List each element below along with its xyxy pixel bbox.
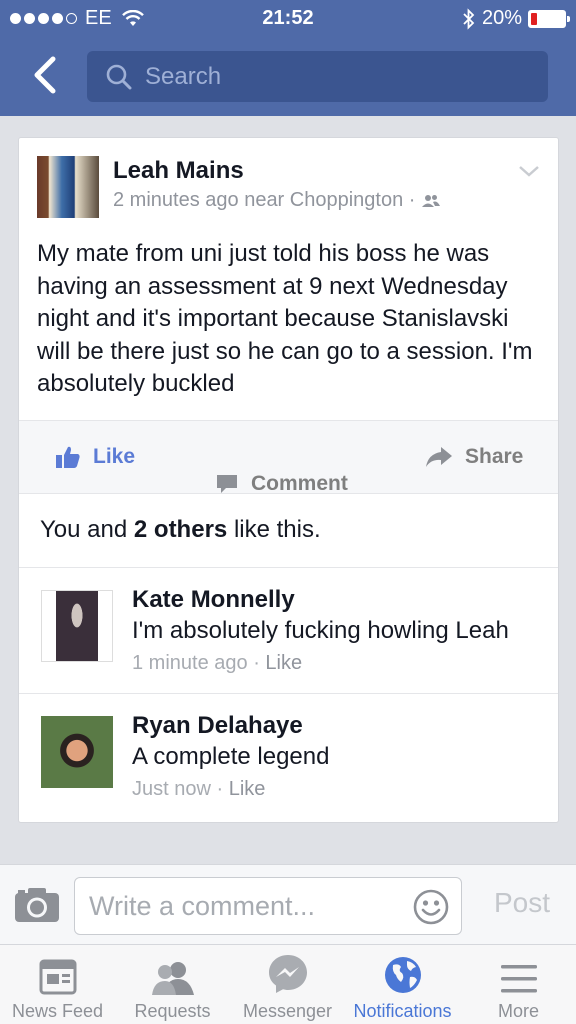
menu-icon [500,965,537,993]
comment-like-link[interactable]: Like [265,652,302,674]
chevron-left-icon [34,56,56,94]
comment-text: A complete legend [132,743,330,770]
comment-meta: 1 minute ago · Like [132,652,302,675]
author-avatar[interactable] [37,156,99,218]
post-timestamp-location: 2 minutes ago near Choppington · [113,189,416,211]
commenter-avatar[interactable] [41,590,113,662]
comment-meta-separator: · [210,778,229,800]
likes-others[interactable]: 2 others [134,516,227,543]
bluetooth-icon [463,7,475,30]
comment-label: Comment [251,472,348,495]
news-feed-icon [39,959,76,995]
commenter-name[interactable]: Kate Monnelly [132,586,295,614]
comment-composer: Post [0,864,576,944]
tab-notifications[interactable]: Notifications [345,945,460,1024]
tab-messenger[interactable]: Messenger [230,945,345,1024]
comment-item: Kate Monnelly I'm absolutely fucking how… [19,568,558,694]
post-actions: Like Comment Share [19,420,558,495]
search-input[interactable] [145,62,525,91]
share-label: Share [465,445,524,468]
share-button[interactable]: Share [425,421,523,493]
comment-text: I'm absolutely fucking howling Leah [132,617,509,644]
friends-audience-icon [422,194,441,207]
comment-field[interactable] [74,877,462,935]
comment-bubble-icon [217,475,237,493]
status-bar: EE 21:52 20% [0,0,576,38]
comment-meta: Just now · Like [132,778,265,801]
comment-time: 1 minute ago [132,652,248,674]
tab-news-feed[interactable]: News Feed [0,945,115,1024]
like-button[interactable]: Like [55,421,135,493]
post-body: My mate from uni just told his boss he w… [37,240,533,397]
tab-more[interactable]: More [461,945,576,1024]
top-bar: EE 21:52 20% [0,0,576,116]
commenter-name[interactable]: Ryan Delahaye [132,712,303,740]
back-button[interactable] [24,52,64,98]
thumbs-up-icon [56,446,80,468]
like-label: Like [93,445,136,468]
post-author[interactable]: Leah Mains [113,157,244,185]
commenter-avatar[interactable] [41,716,113,788]
post-card: Leah Mains 2 minutes ago near Choppingto… [18,137,559,823]
search-icon [106,64,132,89]
emoji-icon[interactable] [413,889,449,925]
battery-icon [528,9,570,28]
battery-percent: 20% [481,7,522,29]
likes-prefix: You and [40,516,128,543]
messenger-icon [268,955,307,993]
comment-item: Ryan Delahaye A complete legend Just now… [19,694,558,820]
comment-time: Just now [132,778,211,800]
post-meta: 2 minutes ago near Choppington · [113,189,441,212]
tab-bar: News Feed Requests Messenger Notificatio… [0,944,576,1024]
post-options-chevron-icon[interactable] [518,164,540,178]
globe-icon [384,957,421,993]
likes-summary[interactable]: You and 2 others like this. [19,494,558,568]
camera-icon[interactable] [14,887,60,923]
post-comment-button[interactable]: Post [494,887,550,919]
tab-requests[interactable]: Requests [115,945,230,1024]
tab-label: More [497,1001,539,1021]
comment-meta-separator: · [247,652,266,674]
tab-label: News Feed [11,1001,104,1021]
tab-label: Messenger [242,1001,333,1021]
tab-label: Requests [134,1001,211,1021]
share-arrow-icon [426,447,452,467]
tab-label: Notifications [353,1001,452,1021]
friends-icon [151,962,194,995]
search-bar[interactable] [87,51,548,102]
comment-like-link[interactable]: Like [229,778,266,800]
likes-suffix: like this. [233,516,321,543]
comment-input[interactable] [89,888,399,924]
status-right: 20% [462,7,570,30]
